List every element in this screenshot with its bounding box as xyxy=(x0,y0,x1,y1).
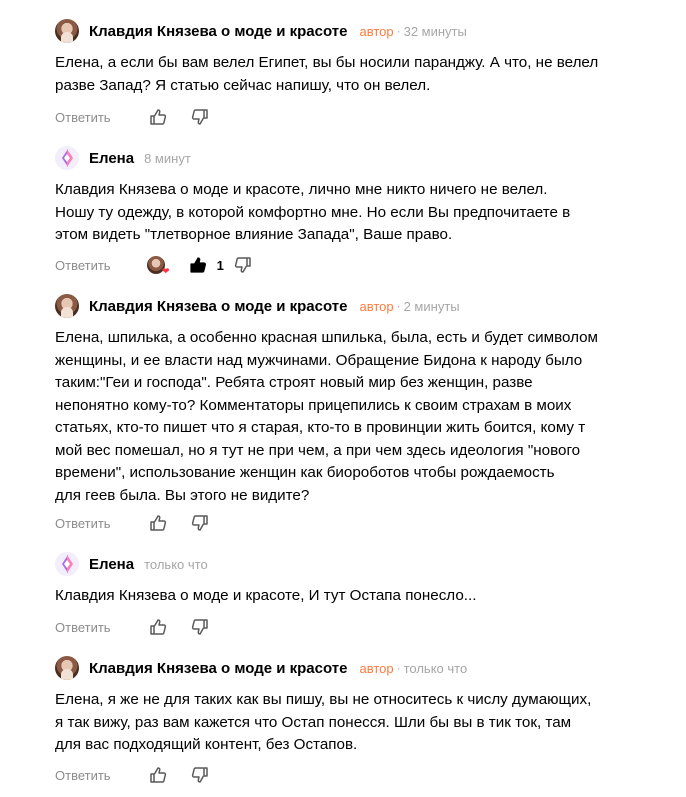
heart-icon: ❤ xyxy=(162,266,170,276)
separator-dot: · xyxy=(396,299,401,313)
thumb-up-icon[interactable] xyxy=(147,512,169,534)
comment-text: Клавдия Князева о моде и красоте, лично … xyxy=(55,179,655,247)
author-name[interactable]: Елена xyxy=(89,150,134,167)
comment-text-line: Клавдия Князева о моде и красоте, лично … xyxy=(55,181,548,198)
author-badge: автор xyxy=(359,660,394,676)
comment-text-line: Клавдия Князева о моде и красоте, И тут … xyxy=(55,587,477,604)
author-name[interactable]: Клавдия Князева о моде и красоте xyxy=(89,298,347,315)
author-name[interactable]: Клавдия Князева о моде и красоте xyxy=(89,23,347,40)
reply-button[interactable]: Ответить xyxy=(55,516,111,531)
comment-text: Елена, шпилька, а особенно красная шпиль… xyxy=(55,327,655,507)
comment-header: Клавдия Князева о моде и красоте автор ·… xyxy=(55,655,467,681)
reply-button[interactable]: Ответить xyxy=(55,768,111,783)
avatar[interactable] xyxy=(55,552,79,576)
avatar[interactable] xyxy=(55,146,79,170)
thumb-down-icon[interactable] xyxy=(189,764,211,786)
comment-text-line: Елена, я же не для таких как вы пишу, вы… xyxy=(55,691,592,708)
comment-header: Елена только что xyxy=(55,551,208,577)
comment-text-line: Елена, шпилька, а особенно красная шпиль… xyxy=(55,329,598,346)
author-name[interactable]: Елена xyxy=(89,556,134,573)
comment-text-line: этом видеть "тлетворное влияние Запада",… xyxy=(55,226,453,243)
comment-time: 8 минут xyxy=(144,150,191,166)
comment-text-line: Ношу ту одежду, в которой комфортно мне.… xyxy=(55,203,571,221)
thumb-up-filled-icon[interactable] xyxy=(187,254,209,276)
author-badge: автор xyxy=(359,23,394,39)
author-badge: автор xyxy=(359,298,394,314)
comment-text-line: таким:"Геи и господа". Ребята строят нов… xyxy=(55,374,533,391)
comment-text: Клавдия Князева о моде и красоте, И тут … xyxy=(55,585,655,608)
comment-time: 32 минуты xyxy=(403,23,467,39)
author-name[interactable]: Клавдия Князева о моде и красоте xyxy=(89,660,347,677)
thumb-down-icon[interactable] xyxy=(189,616,211,638)
comment-time: 2 минуты xyxy=(403,298,460,314)
thumb-up-icon[interactable] xyxy=(147,106,169,128)
avatar[interactable] xyxy=(55,19,79,43)
comment-actions: Ответить ❤ 1 xyxy=(55,254,254,276)
separator-dot: · xyxy=(396,24,401,38)
comment-text: Елена, я же не для таких как вы пишу, вы… xyxy=(55,689,655,757)
thumb-up-icon[interactable] xyxy=(147,616,169,638)
separator-dot: · xyxy=(396,661,401,675)
thumb-up-icon[interactable] xyxy=(147,764,169,786)
comment-text-line: я так вижу, раз вам кажется что Остап по… xyxy=(55,713,572,731)
comment-header: Клавдия Князева о моде и красоте автор ·… xyxy=(55,293,460,319)
thumb-down-icon[interactable] xyxy=(189,512,211,534)
comment-actions: Ответить xyxy=(55,106,211,128)
comment-header: Елена 8 минут xyxy=(55,145,191,171)
avatar[interactable] xyxy=(55,656,79,680)
comment-text-line: женщины, и ее власти над мужчинами. Обра… xyxy=(55,351,583,369)
like-count: 1 xyxy=(216,257,224,273)
reply-button[interactable]: Ответить xyxy=(55,258,111,273)
comment-actions: Ответить xyxy=(55,764,211,786)
comment-text-line: для геев была. Вы этого не видите? xyxy=(55,486,310,504)
comment-text-line: статьях, кто-то пишет что я старая, кто-… xyxy=(55,419,586,436)
comment-text-line: непонятно кому-то? Комментаторы прицепил… xyxy=(55,396,572,414)
comment-time: только что xyxy=(144,556,208,572)
author-liked-avatar: ❤ xyxy=(146,256,170,276)
reply-button[interactable]: Ответить xyxy=(55,110,111,125)
comment-actions: Ответить xyxy=(55,512,211,534)
comment-text-line: времени", использование женщин как биоро… xyxy=(55,464,555,481)
comment-header: Клавдия Князева о моде и красоте автор ·… xyxy=(55,18,467,44)
comment-text: Елена, а если бы вам велел Египет, вы бы… xyxy=(55,52,655,97)
comment-text-line: мой вес помешал, но я тут не при чем, а … xyxy=(55,441,581,459)
comment-text-line: Елена, а если бы вам велел Египет, вы бы… xyxy=(55,54,599,71)
comment-text-line: для вас подходящий контент, без Остапов. xyxy=(55,736,358,753)
comment-actions: Ответить xyxy=(55,616,211,638)
thumb-down-icon[interactable] xyxy=(189,106,211,128)
comment-text-line: разве Запад? Я статью сейчас напишу, что… xyxy=(55,76,431,94)
avatar[interactable] xyxy=(55,294,79,318)
reply-button[interactable]: Ответить xyxy=(55,620,111,635)
comment-time: только что xyxy=(403,660,468,676)
thumb-down-icon[interactable] xyxy=(232,254,254,276)
